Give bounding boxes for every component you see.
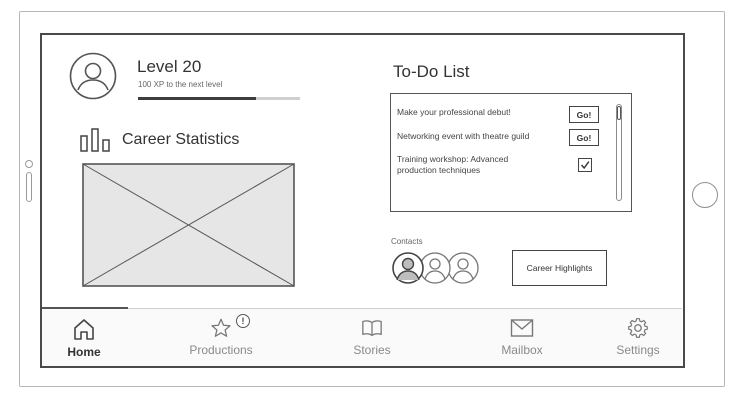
- todo-list-title: To-Do List: [393, 62, 470, 81]
- nav-label: Productions: [189, 343, 253, 357]
- bottom-navigation: Home Productions ! Stories Mailbox Setti…: [42, 307, 682, 366]
- device-home-button[interactable]: [692, 182, 718, 208]
- nav-settings[interactable]: Settings: [608, 309, 668, 366]
- nav-stories[interactable]: Stories: [342, 309, 402, 366]
- todo-go-button[interactable]: Go!: [569, 106, 599, 123]
- contacts-avatars[interactable]: [391, 250, 481, 286]
- todo-item-text: Make your professional debut!: [397, 107, 511, 117]
- todo-scrollbar-thumb[interactable]: [617, 106, 621, 120]
- contact-avatar-icon: [419, 252, 451, 284]
- statistics-image-placeholder: [82, 163, 295, 287]
- checkbox-checked-icon[interactable]: [578, 158, 592, 172]
- career-statistics-title: Career Statistics: [122, 131, 240, 148]
- gear-icon: [628, 318, 648, 338]
- home-icon: [74, 319, 94, 340]
- app-screen: Level 20 100 XP to the next level Career…: [40, 33, 685, 368]
- nav-mailbox[interactable]: Mailbox: [492, 309, 552, 366]
- career-highlights-button[interactable]: Career Highlights: [512, 250, 607, 286]
- nav-label: Mailbox: [501, 343, 543, 357]
- contacts-label: Contacts: [391, 237, 423, 246]
- contact-avatar-icon: [447, 252, 479, 284]
- todo-go-button[interactable]: Go!: [569, 129, 599, 146]
- side-button: [26, 172, 32, 202]
- book-icon: [362, 320, 382, 336]
- nav-label: Settings: [616, 343, 660, 357]
- xp-to-next-level: 100 XP to the next level: [138, 80, 223, 89]
- mail-icon: [510, 319, 534, 337]
- contact-avatar-icon: [392, 252, 424, 284]
- camera-dot: [25, 160, 33, 168]
- todo-list-panel: Make your professional debut! Go! Networ…: [390, 93, 632, 212]
- xp-progress-fill: [138, 97, 257, 100]
- todo-item-text: Training workshop: Advanced: [397, 154, 509, 164]
- nav-label: Home: [67, 345, 101, 359]
- nav-label: Stories: [353, 343, 391, 357]
- player-avatar-icon[interactable]: [69, 52, 117, 100]
- nav-home[interactable]: Home: [57, 309, 111, 366]
- star-icon: [211, 318, 231, 337]
- notification-badge: !: [236, 314, 250, 328]
- level-title: Level 20: [137, 57, 202, 76]
- xp-progress-bar: [138, 97, 300, 100]
- todo-item-text: Networking event with theatre guild: [397, 131, 530, 141]
- bar-chart-icon: [80, 128, 110, 152]
- todo-item-text: production techniques: [397, 165, 481, 175]
